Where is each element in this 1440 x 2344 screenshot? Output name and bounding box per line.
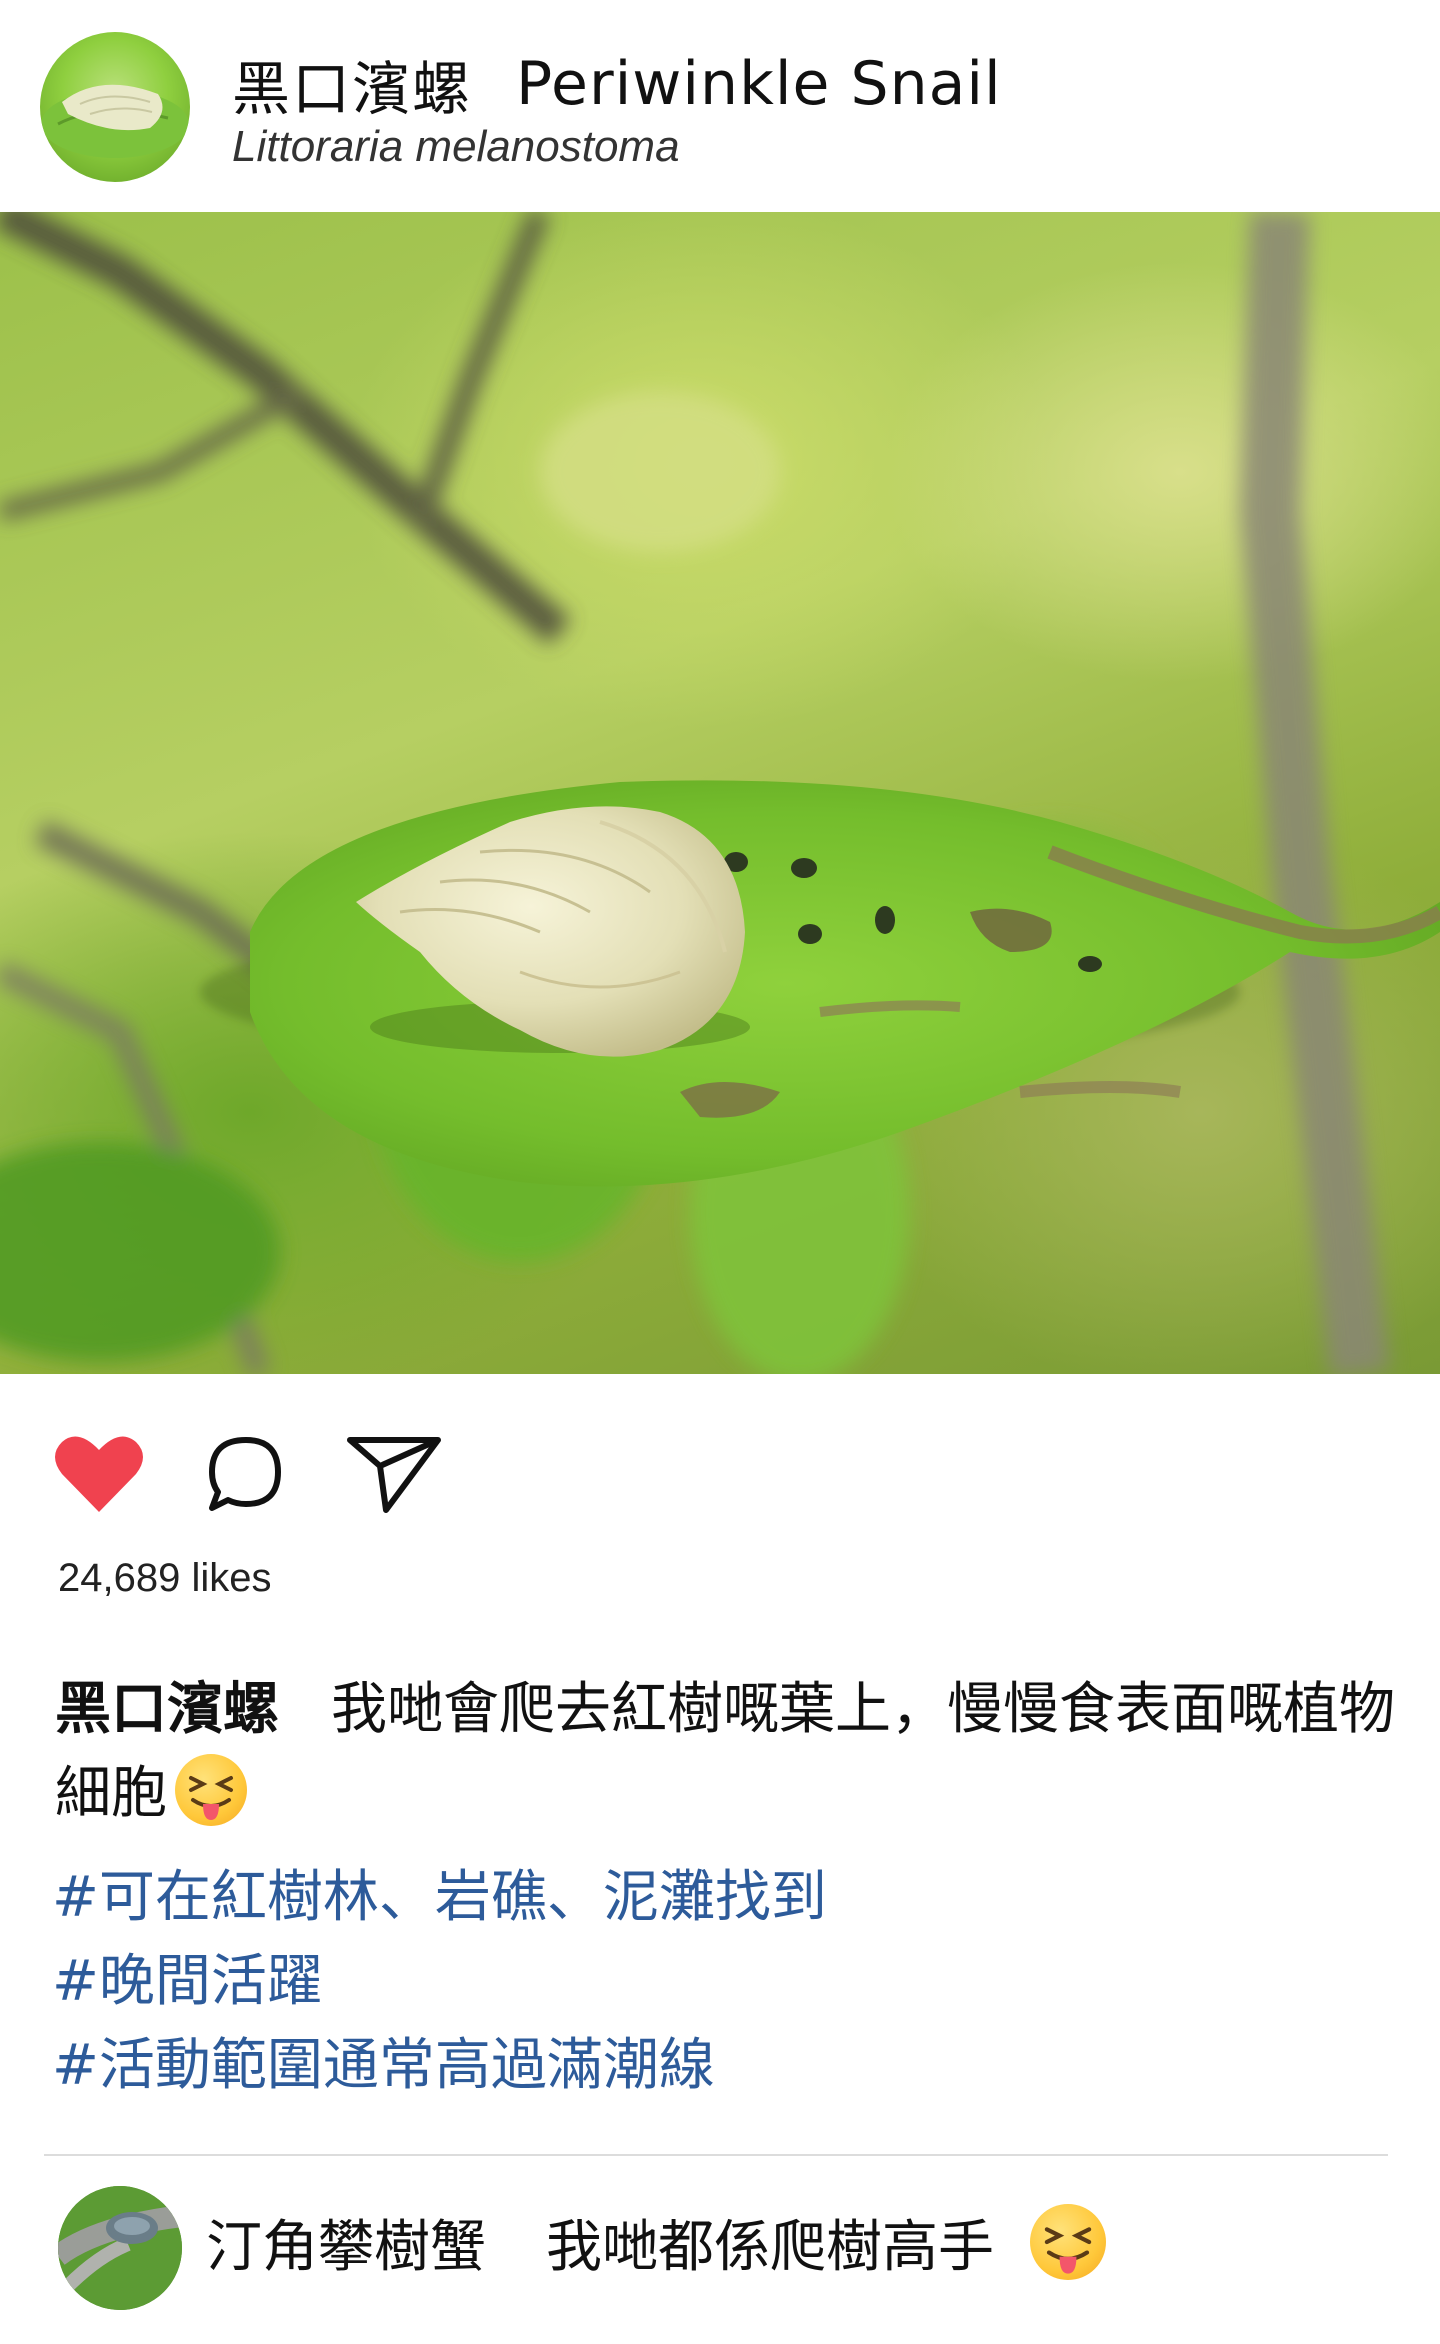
post-header: 黑口濱螺 Periwinkle Snail Littoraria melanos… [0,0,1440,212]
post-title: 黑口濱螺 Periwinkle Snail [232,44,1002,124]
post-caption: 黑口濱螺 我哋會爬去紅樹嘅葉上，慢慢食表面嘅植物細胞 [55,1668,1395,1836]
post-actions [0,1374,1440,1564]
profile-avatar[interactable] [40,32,190,182]
hashtag-list: #可在紅樹林、岩礁、泥灘找到 #晚間活躍 #活動範圍通常高過滿潮線 [52,1856,827,2108]
comment-bubble-icon [209,1437,281,1511]
post-photo[interactable] [0,212,1440,1374]
comment-divider [44,2154,1388,2156]
snail-on-leaf-avatar-icon [41,84,189,158]
crab-on-branch-avatar-icon [58,2186,182,2310]
like-button[interactable] [54,1432,144,1518]
caption-username[interactable]: 黑口濱螺 [55,1677,279,1742]
send-icon [347,1437,441,1513]
hashtag-link[interactable]: #可在紅樹林、岩礁、泥灘找到 [52,1856,827,1940]
species-name-zh[interactable]: 黑口濱螺 [232,42,472,126]
comment-row: 汀角攀樹蟹 我哋都係爬樹高手 [0,2180,1440,2320]
hashtag-link[interactable]: #活動範圍通常高過滿潮線 [52,2024,827,2108]
commenter-avatar[interactable] [58,2186,182,2310]
squinting-tongue-emoji-icon [175,1754,247,1826]
scientific-name: Littoraria melanostoma [232,122,680,171]
heart-icon [55,1436,143,1512]
comment-button[interactable] [206,1434,286,1518]
share-button[interactable] [344,1432,444,1520]
comment-content: 汀角攀樹蟹 我哋都係爬樹高手 [206,2204,1106,2290]
hashtag-link[interactable]: #晚間活躍 [52,1940,827,2024]
comment-username[interactable]: 汀角攀樹蟹 [206,2215,486,2280]
likes-count[interactable]: 24,689 likes [58,1556,271,1601]
squinting-tongue-emoji-icon [1030,2204,1106,2280]
species-name-en: Periwinkle Snail [516,49,1002,119]
comment-text: 我哋都係爬樹高手 [546,2215,994,2280]
snail-on-leaf-photo [0,212,1440,1374]
